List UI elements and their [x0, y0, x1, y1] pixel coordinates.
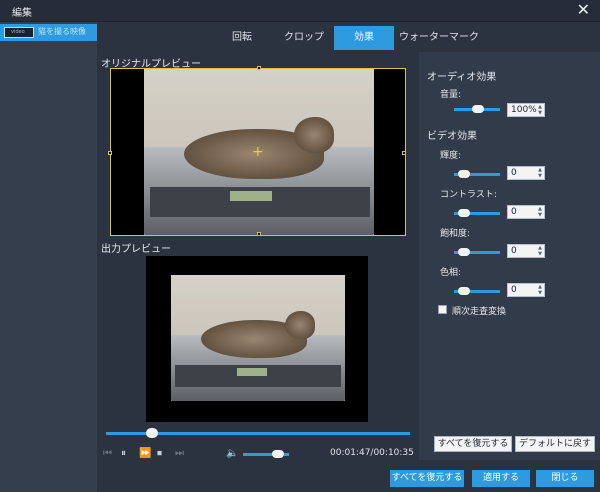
saturation-label: 飽和度: — [440, 229, 471, 239]
volume-label: 音量: — [440, 90, 462, 100]
playback-time: 00:01:47/00:10:35 — [330, 448, 414, 458]
tab-effects[interactable]: 効果 — [334, 26, 394, 50]
deinterlace-label: 順次走査変換 — [452, 307, 507, 317]
spin-arrows-icon[interactable]: ▲ ▼ — [538, 245, 542, 257]
playback-progress-handle[interactable] — [145, 428, 158, 438]
skip-forward-icon[interactable]: ⏭ — [175, 448, 184, 460]
brightness-label: 輝度: — [440, 151, 462, 161]
tab-rotate[interactable]: 回転 — [210, 26, 274, 50]
restore-effects-button[interactable]: すべてを復元する — [434, 436, 512, 452]
close-icon[interactable]: ✕ — [577, 2, 590, 18]
video-effects-heading: ビデオ効果 — [427, 131, 477, 142]
video-thumbnail: video — [4, 27, 34, 38]
close-button[interactable]: 閉じる — [536, 470, 594, 487]
saturation-input[interactable]: 0 ▲ ▼ — [507, 244, 545, 258]
original-preview[interactable]: + — [108, 66, 406, 236]
crop-handle-top[interactable] — [257, 66, 261, 70]
sidebar-item-video[interactable]: video 猫を撮る映像 — [0, 24, 97, 41]
brightness-input[interactable]: 0 ▲ ▼ — [507, 166, 545, 180]
crop-handle-left[interactable] — [108, 151, 112, 155]
stop-icon[interactable]: ⏹ — [157, 448, 162, 460]
audio-volume-input[interactable]: 100% ▲ ▼ — [507, 103, 545, 117]
brightness-slider-handle[interactable] — [458, 170, 470, 178]
sidebar-item-label: 猫を撮る映像 — [38, 27, 86, 36]
hue-label: 色相: — [440, 268, 462, 278]
spin-arrows-icon[interactable]: ▲ ▼ — [538, 284, 542, 296]
output-video-frame — [171, 275, 345, 401]
output-preview-label: 出力プレビュー — [101, 244, 171, 255]
spin-arrows-icon[interactable]: ▲ ▼ — [538, 104, 542, 116]
spin-arrows-icon[interactable]: ▲ ▼ — [538, 206, 542, 218]
contrast-input[interactable]: 0 ▲ ▼ — [507, 205, 545, 219]
reset-default-button[interactable]: デフォルトに戻す — [515, 436, 595, 452]
skip-back-icon[interactable]: ⏮ — [103, 448, 112, 460]
window-title: 編集 — [12, 8, 32, 19]
fast-forward-icon[interactable]: ⏩ — [139, 448, 151, 460]
apply-button[interactable]: 適用する — [472, 470, 530, 487]
crosshair-icon: + — [252, 144, 264, 160]
hue-slider-handle[interactable] — [458, 287, 470, 295]
file-sidebar: video 猫を撮る映像 — [0, 22, 97, 492]
volume-slider-handle[interactable] — [271, 450, 284, 458]
crop-handle-bottom[interactable] — [257, 232, 261, 236]
contrast-slider-handle[interactable] — [458, 209, 470, 217]
restore-all-button[interactable]: すべてを復元する — [390, 470, 464, 487]
title-bar: 編集 ✕ — [0, 0, 600, 22]
spin-arrows-icon[interactable]: ▲ ▼ — [538, 167, 542, 179]
saturation-slider-handle[interactable] — [458, 248, 470, 256]
output-preview — [146, 256, 368, 422]
crop-handle-right[interactable] — [402, 151, 406, 155]
volume-icon[interactable]: 🔈 — [226, 448, 238, 460]
audio-effects-heading: オーディオ効果 — [427, 72, 497, 83]
tab-watermark[interactable]: ウォーターマーク — [394, 26, 484, 50]
audio-volume-slider-handle[interactable] — [472, 105, 484, 113]
contrast-label: コントラスト: — [440, 190, 497, 200]
tab-crop[interactable]: クロップ — [274, 26, 334, 50]
hue-input[interactable]: 0 ▲ ▼ — [507, 283, 545, 297]
pause-icon[interactable]: ⏸ — [121, 448, 126, 460]
deinterlace-checkbox[interactable] — [438, 305, 447, 314]
